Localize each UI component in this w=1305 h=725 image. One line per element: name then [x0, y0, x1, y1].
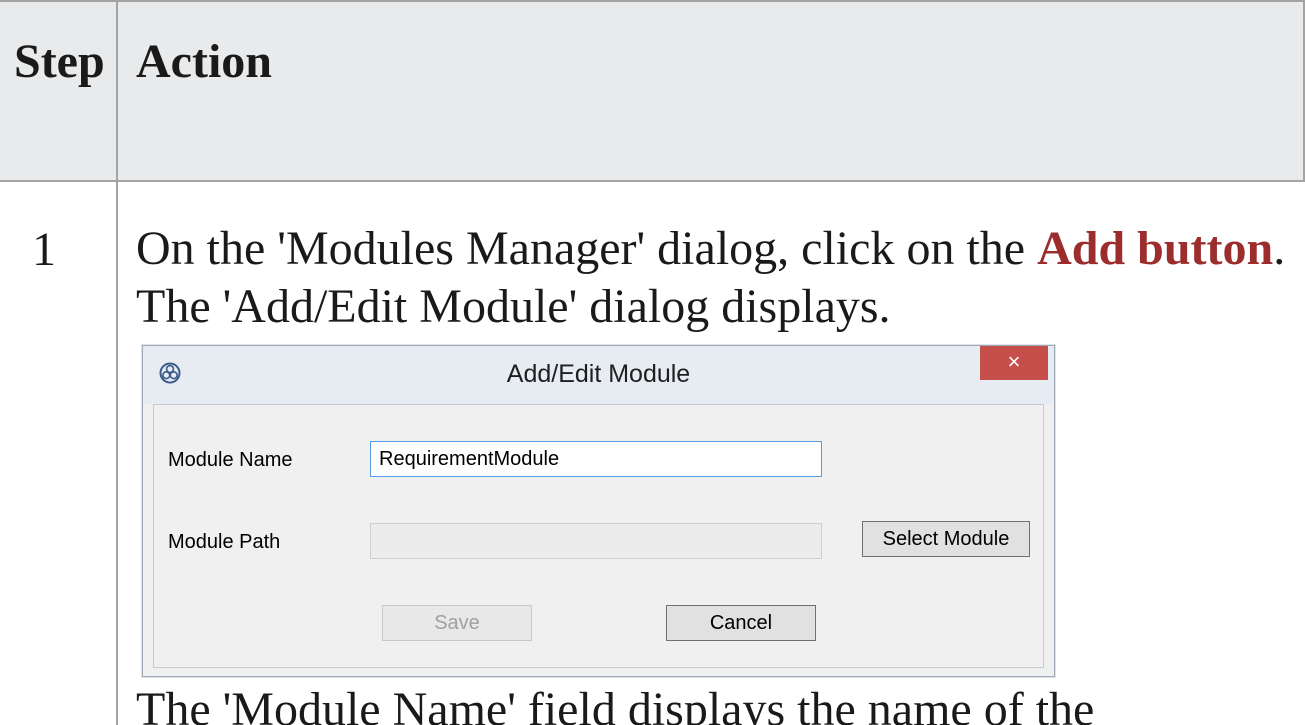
module-path-input[interactable]: [370, 523, 822, 559]
step-description: On the 'Modules Manager' dialog, click o…: [136, 220, 1301, 336]
description-text: On the 'Modules Manager' dialog, click o…: [136, 222, 1038, 275]
step-number: 1: [32, 223, 56, 276]
module-path-label: Module Path: [168, 531, 281, 553]
add-edit-module-dialog: Add/Edit Module × Module Name Requiremen…: [142, 345, 1055, 677]
dialog-body: Module Name RequirementModule Module Pat…: [153, 404, 1044, 668]
step-followup-text: The 'Module Name' field displays the nam…: [136, 683, 1095, 725]
dialog-titlebar: Add/Edit Module ×: [143, 346, 1054, 404]
add-button-keyword: Add button: [1037, 222, 1274, 275]
column-divider: [116, 0, 118, 725]
select-module-button[interactable]: Select Module: [862, 521, 1030, 557]
cancel-button[interactable]: Cancel: [666, 605, 816, 641]
module-name-label: Module Name: [168, 449, 293, 471]
header-action: Action: [136, 35, 272, 88]
steps-table: Step Action 1 On the 'Modules Manager' d…: [0, 0, 1305, 725]
module-name-input[interactable]: RequirementModule: [370, 441, 822, 477]
close-button[interactable]: ×: [980, 346, 1048, 380]
dialog-title: Add/Edit Module: [506, 360, 691, 388]
header-step: Step: [14, 35, 105, 88]
save-button[interactable]: Save: [382, 605, 532, 641]
